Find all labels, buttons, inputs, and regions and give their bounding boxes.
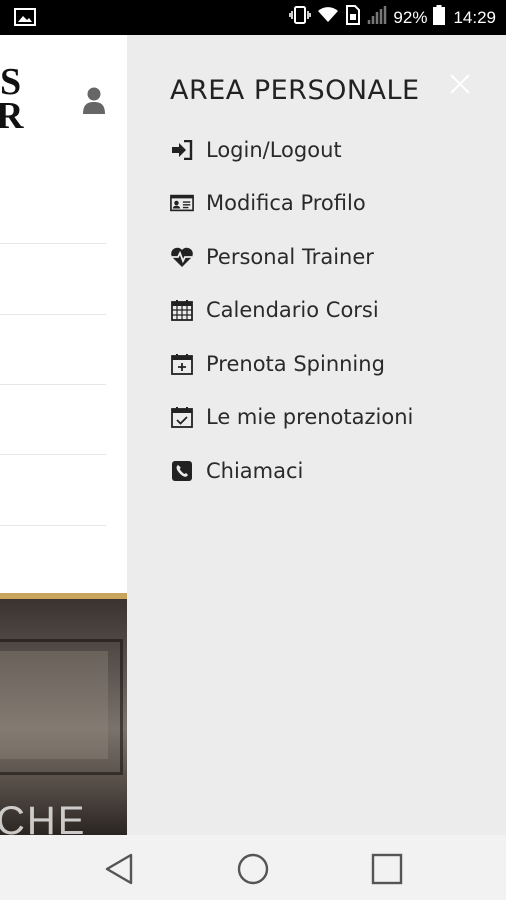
- recents-icon[interactable]: [369, 851, 405, 887]
- wifi-icon: [317, 6, 339, 29]
- back-icon[interactable]: [102, 851, 138, 887]
- sign-in-icon: [170, 138, 194, 162]
- home-icon[interactable]: [235, 851, 271, 887]
- user-icon[interactable]: [82, 86, 106, 114]
- menu-item-label: Personal Trainer: [206, 244, 374, 269]
- menu-item-personal-trainer[interactable]: Personal Trainer: [170, 230, 413, 284]
- menu-item-label: Modifica Profilo: [206, 191, 366, 216]
- signal-icon: [367, 5, 387, 30]
- divider: [0, 384, 106, 385]
- side-drawer: AREA PERSONALE Login/Logout Modifica Pro…: [127, 35, 506, 835]
- menu-item-label: Calendario Corsi: [206, 298, 379, 323]
- menu-item-login-logout[interactable]: Login/Logout: [170, 123, 413, 177]
- app-logo: S R: [0, 61, 48, 137]
- background-app: S R CHE: [0, 35, 127, 835]
- status-icons: 92% 14:29: [289, 0, 496, 35]
- calendar-check-icon: [170, 405, 194, 429]
- phone-icon: [170, 459, 194, 483]
- menu-item-prenota-spinning[interactable]: Prenota Spinning: [170, 337, 413, 391]
- calendar-plus-icon: [170, 352, 194, 376]
- drawer-menu: Login/Logout Modifica Profilo Personal T…: [170, 123, 413, 498]
- menu-item-le-mie-prenotazioni[interactable]: Le mie prenotazioni: [170, 391, 413, 445]
- menu-item-calendario-corsi[interactable]: Calendario Corsi: [170, 284, 413, 338]
- logo-line-2: R: [0, 95, 24, 137]
- divider: [0, 454, 106, 455]
- logo-line-1: S: [0, 61, 22, 103]
- battery-text: 92%: [393, 7, 428, 27]
- hero-photo: CHE: [0, 599, 127, 835]
- photo-panel: [0, 651, 108, 759]
- menu-item-modifica-profilo[interactable]: Modifica Profilo: [170, 177, 413, 231]
- drawer-title: AREA PERSONALE: [170, 75, 420, 106]
- photo-caption: CHE: [0, 799, 87, 835]
- menu-item-label: Prenota Spinning: [206, 351, 385, 376]
- heartbeat-icon: [170, 245, 194, 269]
- menu-item-label: Login/Logout: [206, 137, 342, 162]
- divider: [0, 314, 106, 315]
- calendar-icon: [170, 298, 194, 322]
- id-card-icon: [170, 191, 194, 215]
- divider: [0, 243, 106, 244]
- status-bar: 92% 14:29: [0, 0, 506, 35]
- menu-item-label: Chiamaci: [206, 458, 304, 483]
- image-notification-icon: [14, 8, 36, 26]
- menu-item-label: Le mie prenotazioni: [206, 405, 414, 430]
- vibrate-icon: [289, 5, 312, 30]
- menu-item-chiamaci[interactable]: Chiamaci: [170, 444, 413, 498]
- divider: [0, 525, 106, 526]
- clock: 14:29: [453, 7, 496, 27]
- close-icon[interactable]: [449, 73, 471, 95]
- battery-icon: [433, 5, 446, 30]
- sim-icon: [345, 5, 361, 30]
- navigation-bar: [0, 835, 506, 900]
